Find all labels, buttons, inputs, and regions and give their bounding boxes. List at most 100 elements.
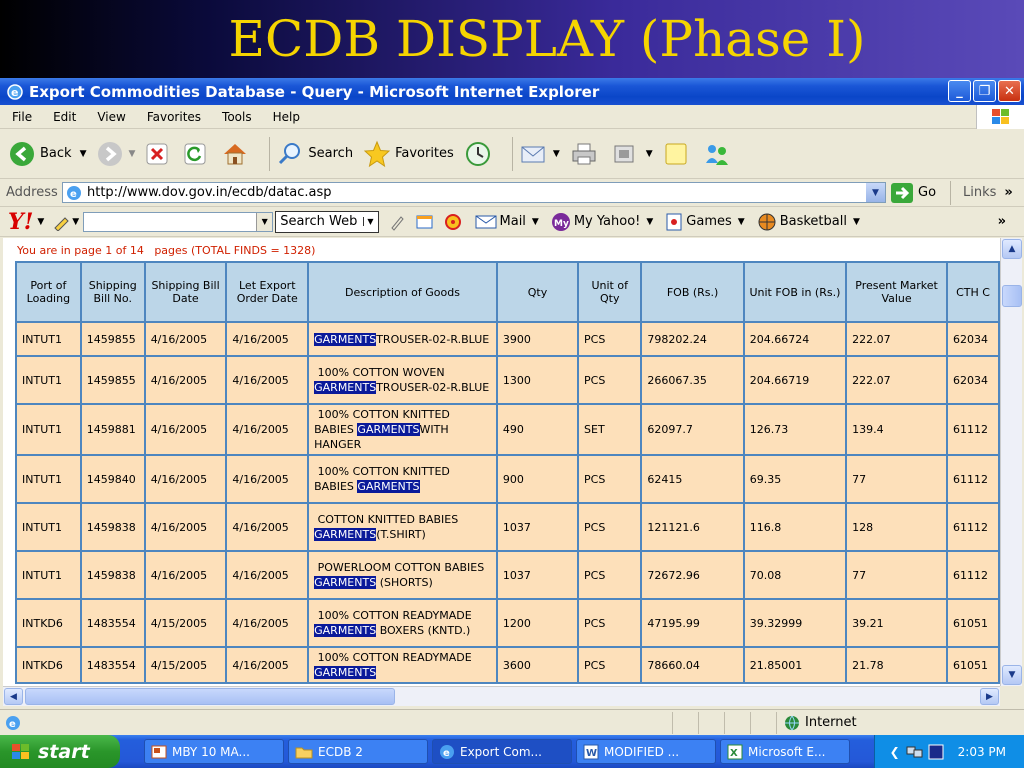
- yahoo-mail-button[interactable]: Mail ▼: [475, 214, 539, 230]
- address-input[interactable]: e http://www.dov.gov.in/ecdb/datac.asp ▼: [62, 182, 886, 203]
- vertical-scroll-thumb[interactable]: [1002, 285, 1022, 307]
- address-dropdown-icon[interactable]: ▼: [866, 183, 885, 202]
- cell-bill-date: 4/16/2005: [145, 456, 226, 502]
- print-button[interactable]: [570, 141, 602, 167]
- toolbar-overflow-icon[interactable]: »: [998, 214, 1006, 229]
- menu-view[interactable]: View: [85, 110, 134, 124]
- restore-button[interactable]: ❐: [973, 80, 996, 102]
- home-button[interactable]: [221, 141, 253, 167]
- my-yahoo-button[interactable]: My My Yahoo! ▼: [551, 212, 653, 232]
- edit-button[interactable]: ▼: [612, 142, 653, 166]
- horizontal-scroll-thumb[interactable]: [25, 688, 395, 705]
- cell-leo-date: 4/16/2005: [227, 600, 308, 646]
- pencil-icon[interactable]: [52, 213, 72, 231]
- highlight-pen-icon[interactable]: [389, 213, 407, 231]
- cell-bill-no: 1459855: [81, 357, 144, 403]
- scroll-left-icon[interactable]: ◀: [4, 688, 23, 705]
- go-button[interactable]: Go: [890, 182, 950, 204]
- task-microsoft-e[interactable]: X Microsoft E...: [720, 739, 850, 764]
- task-ecdb2[interactable]: ECDB 2: [288, 739, 428, 764]
- window-titlebar[interactable]: e Export Commodities Database - Query - …: [0, 78, 1024, 105]
- basketball-button[interactable]: Basketball ▼: [757, 212, 860, 232]
- menu-edit[interactable]: Edit: [41, 110, 85, 124]
- stop-button[interactable]: [145, 142, 173, 166]
- menu-favorites[interactable]: Favorites: [135, 110, 210, 124]
- cell-unit-fob: 204.66724: [744, 323, 846, 355]
- discuss-button[interactable]: [663, 141, 693, 167]
- cell-market-value: 222.07: [847, 323, 947, 355]
- menu-bar: File Edit View Favorites Tools Help: [0, 105, 1024, 129]
- yahoo-logo[interactable]: Y!: [0, 209, 33, 235]
- forward-button[interactable]: ▼: [96, 140, 135, 168]
- word-icon: W: [583, 744, 599, 759]
- cell-description: GARMENTSTROUSER-02-R.BLUE: [309, 323, 496, 355]
- start-button[interactable]: start: [0, 735, 120, 768]
- search-button[interactable]: Search: [276, 141, 353, 167]
- description-text: (SHORTS): [376, 576, 433, 589]
- header-leo-date: Let Export Order Date: [227, 263, 308, 321]
- cell-leo-date: 4/16/2005: [227, 323, 308, 355]
- task-modified[interactable]: W MODIFIED ...: [576, 739, 716, 764]
- links-button[interactable]: Links »: [950, 180, 1013, 205]
- history-button[interactable]: [464, 140, 496, 168]
- menu-tools[interactable]: Tools: [210, 110, 261, 124]
- description-text: 100% COTTON WOVEN: [314, 366, 449, 379]
- cell-market-value: 21.78: [847, 648, 947, 682]
- ie-task-icon: e: [440, 744, 454, 759]
- cell-market-value: 77: [847, 456, 947, 502]
- cell-qty: 1037: [497, 552, 578, 598]
- cell-description: POWERLOOM COTTON BABIES GARMENTS (SHORTS…: [309, 552, 496, 598]
- scroll-down-icon[interactable]: ▼: [1002, 665, 1022, 685]
- description-text: TROUSER-02-R.BLUE: [376, 381, 490, 394]
- horizontal-scrollbar[interactable]: ◀ ▶: [3, 686, 1000, 706]
- cell-leo-date: 4/16/2005: [227, 648, 308, 682]
- menu-file[interactable]: File: [0, 110, 41, 124]
- cell-unit: SET: [579, 405, 641, 454]
- scroll-right-icon[interactable]: ▶: [980, 688, 999, 705]
- menu-help[interactable]: Help: [261, 110, 309, 124]
- refresh-button[interactable]: [183, 142, 211, 166]
- messenger-button[interactable]: [703, 141, 735, 167]
- cell-bill-no: 1459855: [81, 323, 144, 355]
- results-table: Port of Loading Shipping Bill No. Shippi…: [15, 261, 1000, 684]
- mail-button[interactable]: ▼: [519, 141, 560, 167]
- note-icon: [665, 143, 687, 164]
- window-icon[interactable]: [415, 213, 435, 231]
- task-mby[interactable]: MBY 10 MA...: [144, 739, 284, 764]
- games-button[interactable]: Games ▼: [665, 212, 745, 232]
- cell-unit-fob: 126.73: [744, 405, 846, 454]
- search-icon: [279, 142, 301, 164]
- address-label: Address: [6, 185, 58, 200]
- table-row: INTUT1 1459840 4/16/2005 4/16/2005 100% COT…: [17, 456, 998, 502]
- back-button[interactable]: Back ▼: [8, 140, 86, 168]
- cell-fob: 62097.7: [642, 405, 743, 454]
- cell-market-value: 77: [847, 552, 947, 598]
- svg-text:e: e: [11, 86, 18, 99]
- minimize-button[interactable]: _: [948, 80, 971, 102]
- network-icon[interactable]: [906, 744, 924, 760]
- standard-toolbar: Back ▼ ▼ Search Favorites ▼ ▼: [0, 129, 1024, 179]
- basketball-icon: [758, 213, 776, 230]
- cell-cth: 62034: [948, 323, 998, 355]
- cell-fob: 72672.96: [642, 552, 743, 598]
- close-button[interactable]: ✕: [998, 80, 1021, 102]
- vertical-scrollbar[interactable]: ▲ ▼: [1000, 238, 1022, 686]
- tray-app-icon[interactable]: [928, 744, 944, 760]
- search-web-button[interactable]: Search Web ▼: [275, 210, 379, 233]
- header-unit-fob: Unit FOB in (Rs.): [744, 263, 846, 321]
- search-highlight: GARMENTS: [314, 666, 377, 679]
- cell-cth: 61112: [948, 456, 998, 502]
- cell-fob: 78660.04: [642, 648, 743, 682]
- table-row: INTKD6 1483554 4/15/2005 4/16/2005 100% COT…: [17, 600, 998, 646]
- task-export-com[interactable]: e Export Com...: [432, 739, 572, 764]
- yahoo-search-input[interactable]: ▼: [83, 211, 274, 232]
- cell-unit-fob: 21.85001: [744, 648, 846, 682]
- refresh-icon: [184, 143, 206, 164]
- target-icon[interactable]: [443, 212, 463, 232]
- yahoo-toolbar: Y! ▼ ▼ ▼ Search Web ▼ Mail ▼ My My Yahoo! ▼…: [0, 207, 1024, 237]
- favorites-button[interactable]: Favorites: [363, 140, 454, 168]
- scroll-up-icon[interactable]: ▲: [1002, 239, 1022, 259]
- tray-expand-icon[interactable]: ❮: [890, 745, 900, 759]
- cell-cth: 61051: [948, 648, 998, 682]
- ie-icon: e: [7, 83, 23, 100]
